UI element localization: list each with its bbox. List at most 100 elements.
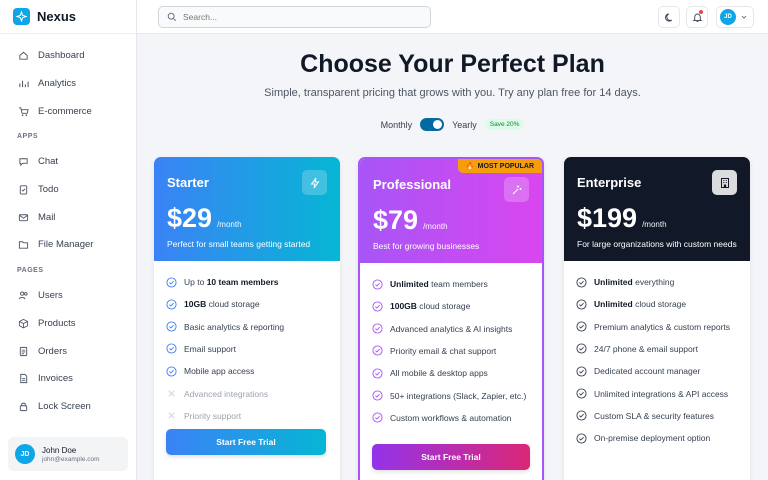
sidebar-item-file-manager[interactable]: File Manager [0,231,136,259]
sidebar-item-todo[interactable]: Todo [0,176,136,204]
sidebar-item-label: Users [38,290,63,302]
feature-list: Up to 10 team members 10GB cloud storage B… [154,261,340,427]
search-input[interactable] [183,12,423,22]
notifications-button[interactable] [686,6,708,28]
check-circle-icon [576,433,587,444]
feature-text: Priority support [184,410,242,421]
feature-item: 100GB cloud storage [372,295,530,317]
feature-item: Mobile app access [166,360,328,382]
feature-item: On-premise deployment option [576,427,738,449]
cart-icon [18,107,29,116]
feature-item: 24/7 phone & email support [576,338,738,360]
sidebar-item-mail[interactable]: Mail [0,203,136,231]
plan-period: /month [217,220,242,229]
feature-item: Unlimited team members [372,273,530,295]
sidebar-item-analytics[interactable]: Analytics [0,70,136,98]
feature-text: Custom SLA & security features [594,410,714,421]
feature-text: Mobile app access [184,366,255,377]
feature-text: Email support [184,343,236,354]
plan-description: Best for growing businesses [373,241,480,251]
feature-text: 50+ integrations (Slack, Zapier, etc.) [390,390,527,401]
sidebar-item-dashboard[interactable]: Dashboard [0,42,136,70]
invoice-icon [20,374,28,384]
feature-text: Unlimited cloud storage [594,299,687,310]
plan-card-professional: 🔥 MOST POPULAR Professional $79 /month B… [358,157,544,480]
sidebar-item-orders[interactable]: Orders [0,337,136,365]
feature-item-disabled: Advanced integrations [166,383,328,405]
check-circle-icon [576,299,587,310]
feature-item: Email support [166,338,328,360]
feature-item: Premium analytics & custom reports [576,316,738,338]
feature-item: Advanced analytics & AI insights [372,318,530,340]
user-card[interactable]: JD John Doe john@example.com [8,437,128,471]
plan-price: $79 [373,205,419,235]
feature-text: Unlimited integrations & API access [594,388,729,399]
plan-header: Starter $29 /month Perfect for small tea… [154,157,340,261]
sidebar-item-label: Orders [38,345,68,357]
toggle-knob [433,120,443,129]
sidebar-item-products[interactable]: Products [0,310,136,338]
yearly-label[interactable]: Yearly [452,120,477,130]
feature-text: Advanced analytics & AI insights [390,323,513,334]
sidebar-item-label: Analytics [38,78,77,90]
sidebar-item-label: E-commerce [38,105,92,117]
sidebar-item-invoices[interactable]: Invoices [0,365,136,393]
sidebar: Nexus Dashboard Analytics E-commerce APP… [0,0,137,480]
check-circle-icon [372,368,383,379]
feature-item-disabled: Priority support [166,405,328,427]
check-circle-icon [166,299,177,310]
billing-toggle[interactable] [420,118,445,131]
check-circle-icon [166,366,177,377]
plan-description: Perfect for small teams getting started [167,239,311,249]
x-icon [168,390,175,397]
main-content: Choose Your Perfect Plan Simple, transpa… [137,34,768,480]
page-subtitle: Simple, transparent pricing that grows w… [264,87,641,99]
check-circle-icon [166,276,177,288]
sidebar-item-users[interactable]: Users [0,282,136,310]
user-name: John Doe [42,445,77,455]
check-circle-icon [576,343,587,354]
search-box[interactable] [158,6,431,28]
sidebar-item-label: Chat [38,156,59,168]
check-circle-icon [576,321,587,332]
sidebar-item-ecommerce[interactable]: E-commerce [0,97,136,125]
feature-item: Dedicated account manager [576,360,738,382]
feature-text: 10GB cloud storage [184,299,260,310]
brand-name: Nexus [37,9,77,24]
feature-item: Unlimited cloud storage [576,293,738,315]
sidebar-item-lock-screen[interactable]: Lock Screen [0,393,136,421]
start-trial-button[interactable]: Start Free Trial [372,444,530,470]
avatar: JD [15,444,35,464]
plan-period: /month [642,220,667,229]
sidebar-item-label: Lock Screen [38,400,91,412]
chat-icon [19,158,28,167]
sidebar-item-chat[interactable]: Chat [0,148,136,176]
brand[interactable]: Nexus [0,0,136,34]
plan-price: $199 [577,203,638,233]
nav-section-pages: PAGES [17,266,44,274]
mail-icon [18,214,29,221]
monthly-label[interactable]: Monthly [381,120,413,130]
check-circle-icon [372,345,383,356]
start-trial-button[interactable]: Start Free Trial [166,429,326,455]
feature-text: Basic analytics & reporting [184,321,285,332]
check-circle-icon [372,323,383,334]
sidebar-item-label: File Manager [38,239,94,251]
feature-list: Unlimited everything Unlimited cloud stor… [564,261,750,450]
moon-icon [664,12,672,22]
feature-item: 10GB cloud storage [166,293,328,315]
search-icon [167,12,177,22]
topbar: JD [137,0,768,34]
profile-menu-button[interactable]: JD [716,6,754,28]
home-icon [19,52,28,60]
feature-text: 24/7 phone & email support [594,343,698,354]
theme-toggle-button[interactable] [658,6,680,28]
check-circle-icon [576,388,587,399]
nav-section-apps: APPS [17,133,39,141]
sidebar-item-label: Dashboard [38,50,85,62]
notification-dot [699,10,703,14]
feature-item: Priority email & chat support [372,340,530,362]
x-icon [168,412,175,419]
feature-item: Unlimited everything [576,271,738,293]
flame-icon: 🔥 [465,163,475,170]
